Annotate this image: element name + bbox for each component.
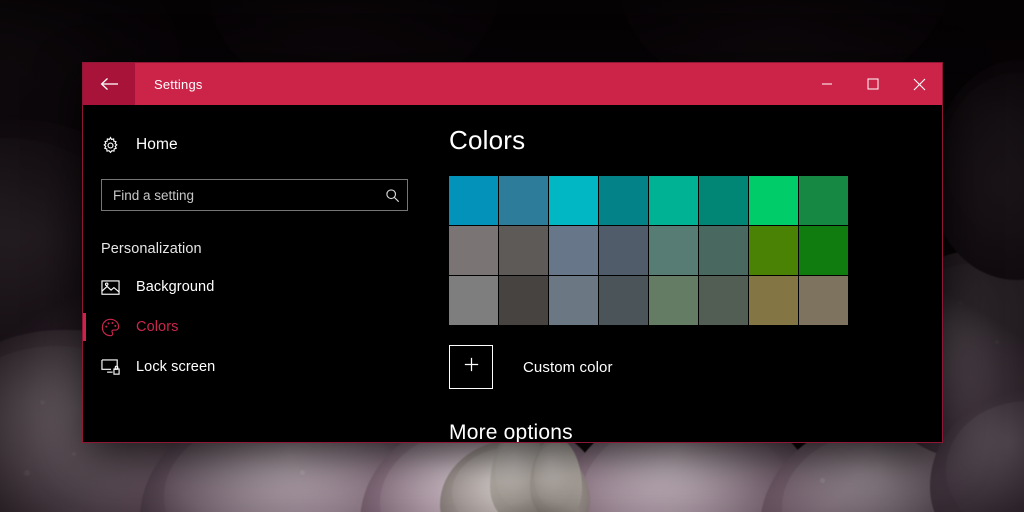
sidebar-section-label: Personalization [101,241,202,257]
color-swatch[interactable] [699,276,748,325]
color-swatch[interactable] [749,176,798,225]
wallpaper-speck [995,340,999,344]
sidebar-item-home-label: Home [136,136,178,153]
lock-screen-icon [101,358,131,376]
content-pane: Colors Custom color More options [419,105,942,443]
window-titlebar: Settings [83,63,942,105]
search-input[interactable] [102,187,377,203]
sidebar-item-background-label: Background [136,279,215,295]
window-body: Home Personalization [83,105,942,443]
custom-color-label: Custom color [523,358,613,376]
color-swatch[interactable] [749,226,798,275]
color-swatch[interactable] [699,226,748,275]
picture-icon [101,279,131,296]
color-swatch[interactable] [649,176,698,225]
color-swatch[interactable] [549,226,598,275]
color-swatch[interactable] [799,276,848,325]
more-options-heading: More options [449,421,573,443]
color-swatch[interactable] [549,176,598,225]
sidebar-item-colors[interactable]: Colors [83,307,419,347]
search-icon[interactable] [377,188,407,203]
wallpaper-speck [820,478,825,483]
wallpaper-speck [40,400,45,405]
color-swatch[interactable] [499,176,548,225]
color-swatch[interactable] [549,276,598,325]
gear-icon [101,135,131,155]
sidebar-item-background[interactable]: Background [83,267,419,307]
color-swatch[interactable] [599,276,648,325]
close-button[interactable] [896,63,942,105]
palette-icon [101,318,131,337]
back-button[interactable] [83,63,135,105]
minimize-button[interactable] [804,63,850,105]
color-swatch[interactable] [599,176,648,225]
back-arrow-icon [100,77,119,91]
color-swatch-grid [449,176,848,325]
wallpaper-leaf [930,60,1024,280]
color-swatch[interactable] [799,176,848,225]
color-swatch[interactable] [499,226,548,275]
settings-window: Settings Home Find a setting Personaliza… [82,62,943,443]
search-box[interactable] [101,179,408,211]
page-title: Colors [449,125,526,155]
wallpaper-speck [24,470,30,476]
color-swatch[interactable] [449,226,498,275]
search-container [83,165,419,211]
sidebar-item-lock-screen-label: Lock screen [136,359,216,375]
wallpaper-speck [300,470,305,475]
color-swatch[interactable] [649,276,698,325]
wallpaper-speck [72,452,76,456]
color-swatch[interactable] [699,176,748,225]
maximize-button[interactable] [850,63,896,105]
plus-icon [462,355,481,379]
sidebar-item-home[interactable]: Home [83,125,419,165]
custom-color-button[interactable] [449,345,493,389]
window-caption-buttons [804,63,942,105]
custom-color-row: Custom color [449,345,942,389]
color-swatch[interactable] [499,276,548,325]
window-title: Settings [154,76,203,92]
sidebar: Home Personalization [83,105,419,442]
color-swatch[interactable] [649,226,698,275]
color-swatch[interactable] [449,276,498,325]
color-swatch[interactable] [599,226,648,275]
sidebar-item-colors-label: Colors [136,319,179,335]
sidebar-item-lock-screen[interactable]: Lock screen [83,347,419,387]
color-swatch[interactable] [449,176,498,225]
color-swatch[interactable] [749,276,798,325]
color-swatch[interactable] [799,226,848,275]
wallpaper-speck [958,300,963,305]
